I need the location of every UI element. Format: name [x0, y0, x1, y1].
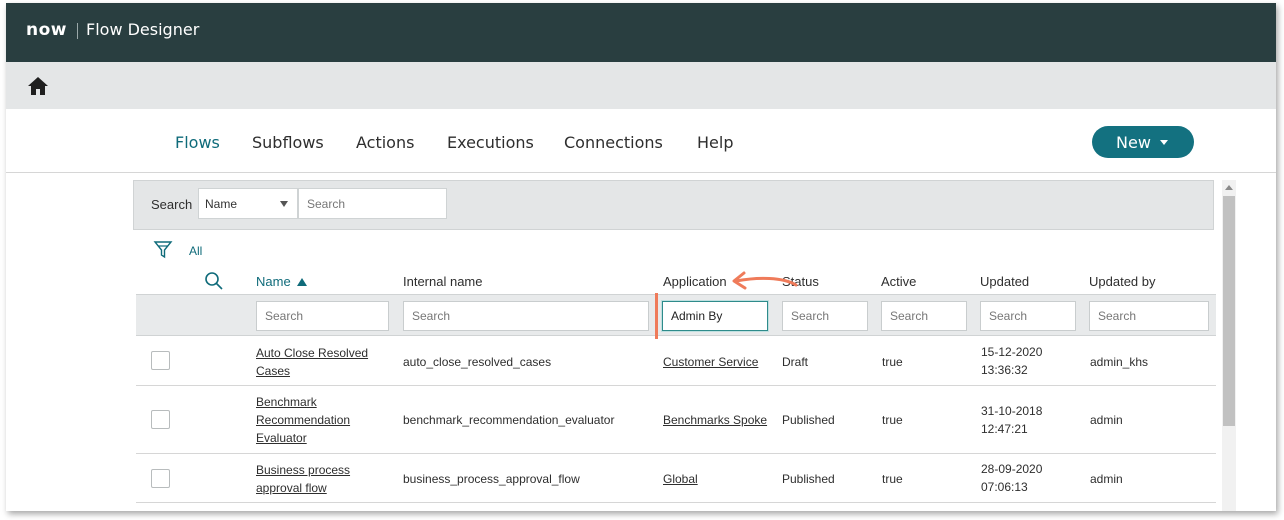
- tab-flows[interactable]: Flows: [175, 133, 220, 152]
- search-input[interactable]: [298, 188, 447, 219]
- search-field-value: Name: [205, 197, 238, 211]
- row-checkbox[interactable]: [151, 469, 170, 488]
- filter-updated-by-input[interactable]: [1089, 301, 1209, 331]
- row-application-link[interactable]: Benchmarks Spoke: [663, 411, 767, 429]
- column-filter-row: [136, 294, 1216, 336]
- row-internal-name: auto_close_resolved_cases: [403, 355, 552, 369]
- row-updated: 28-09-2020 07:06:13: [981, 460, 1042, 496]
- filter-icon[interactable]: [153, 240, 173, 260]
- row-status: Draft: [782, 355, 809, 369]
- row-updated: 31-10-2018 12:47:21: [981, 402, 1042, 438]
- tab-subflows[interactable]: Subflows: [252, 133, 324, 152]
- table-row: Business process approval flow business_p…: [136, 454, 1216, 503]
- row-status: Published: [782, 413, 835, 427]
- tab-actions[interactable]: Actions: [356, 133, 414, 152]
- filter-updated-input[interactable]: [980, 301, 1076, 331]
- column-header-updated[interactable]: Updated: [980, 274, 1029, 289]
- row-name-line: Evaluator: [256, 431, 307, 445]
- row-name-line: approval flow: [256, 481, 327, 495]
- annotation-arrow-icon: [732, 271, 798, 290]
- new-button-label: New: [1116, 133, 1151, 152]
- row-updated-by: admin: [1090, 472, 1123, 486]
- row-updated-time: 12:47:21: [981, 422, 1028, 436]
- servicenow-logo[interactable]: now: [26, 20, 67, 40]
- row-active: true: [882, 355, 903, 369]
- row-active: true: [882, 413, 903, 427]
- row-name-line: Business process: [256, 463, 351, 477]
- tab-help[interactable]: Help: [697, 133, 733, 152]
- row-name-line: Auto Close Resolved: [256, 346, 369, 360]
- row-status: Published: [782, 472, 835, 486]
- row-updated-date: 15-12-2020: [981, 345, 1043, 359]
- annotation-highlight-bar: [655, 293, 658, 339]
- row-updated-time: 07:06:13: [981, 480, 1028, 494]
- column-header-internal-name[interactable]: Internal name: [403, 274, 483, 289]
- row-application-link[interactable]: Global: [663, 470, 698, 488]
- main-nav: Flows Subflows Actions Executions Connec…: [6, 109, 1276, 173]
- row-checkbox[interactable]: [151, 410, 170, 429]
- row-name-line: Recommendation: [256, 413, 351, 427]
- logo-divider: [77, 23, 78, 39]
- filter-name-input[interactable]: [256, 301, 389, 331]
- row-internal-name: benchmark_recommendation_evaluator: [403, 413, 615, 427]
- scrollbar-thumb[interactable]: [1223, 196, 1235, 426]
- row-name-link[interactable]: Business process approval flow: [256, 461, 350, 497]
- home-icon[interactable]: [27, 76, 49, 96]
- app-window: now Flow Designer Flows Subflows Actions…: [6, 3, 1276, 511]
- row-updated-date: 31-10-2018: [981, 404, 1043, 418]
- search-icon[interactable]: [204, 271, 224, 291]
- column-header-name[interactable]: Name: [256, 274, 307, 289]
- column-header-name-label: Name: [256, 274, 291, 289]
- filter-status-input[interactable]: [782, 301, 868, 331]
- row-name-line: Benchmark: [256, 395, 317, 409]
- top-bar: now Flow Designer: [6, 3, 1276, 62]
- search-panel: Search Name: [133, 180, 1214, 230]
- row-name-link[interactable]: Auto Close Resolved Cases: [256, 344, 368, 380]
- row-name-link[interactable]: Benchmark Recommendation Evaluator: [256, 393, 350, 447]
- search-label: Search: [151, 197, 193, 212]
- row-updated-date: 28-09-2020: [981, 462, 1043, 476]
- filter-all-link[interactable]: All: [189, 244, 202, 258]
- table-row: Auto Close Resolved Cases auto_close_reso…: [136, 337, 1216, 386]
- sort-ascending-icon: [296, 278, 307, 286]
- column-header-updated-by[interactable]: Updated by: [1089, 274, 1156, 289]
- dropdown-arrow-icon: [280, 201, 288, 207]
- column-header-active[interactable]: Active: [881, 274, 916, 289]
- new-button[interactable]: New: [1092, 126, 1194, 158]
- filter-application-input[interactable]: [662, 301, 768, 331]
- tab-connections[interactable]: Connections: [564, 133, 663, 152]
- row-updated: 15-12-2020 13:36:32: [981, 343, 1042, 379]
- filter-internal-name-input[interactable]: [403, 301, 649, 331]
- column-header-application[interactable]: Application: [663, 274, 727, 289]
- row-application-link[interactable]: Customer Service: [663, 353, 758, 371]
- tab-executions[interactable]: Executions: [447, 133, 534, 152]
- row-updated-time: 13:36:32: [981, 363, 1028, 377]
- filter-active-input[interactable]: [881, 301, 967, 331]
- row-checkbox[interactable]: [151, 351, 170, 370]
- app-title: Flow Designer: [86, 20, 200, 39]
- scroll-up-arrow-icon[interactable]: [1225, 185, 1233, 190]
- row-internal-name: business_process_approval_flow: [403, 472, 580, 486]
- search-field-select[interactable]: Name: [198, 188, 298, 219]
- row-updated-by: admin_khs: [1090, 355, 1149, 369]
- home-bar: [6, 62, 1276, 109]
- table-row: Benchmark Recommendation Evaluator benchma…: [136, 386, 1216, 454]
- row-active: true: [882, 472, 903, 486]
- vertical-scrollbar[interactable]: [1222, 180, 1236, 511]
- caret-down-icon: [1160, 140, 1168, 145]
- row-updated-by: admin: [1090, 413, 1123, 427]
- row-name-line: Cases: [256, 364, 291, 378]
